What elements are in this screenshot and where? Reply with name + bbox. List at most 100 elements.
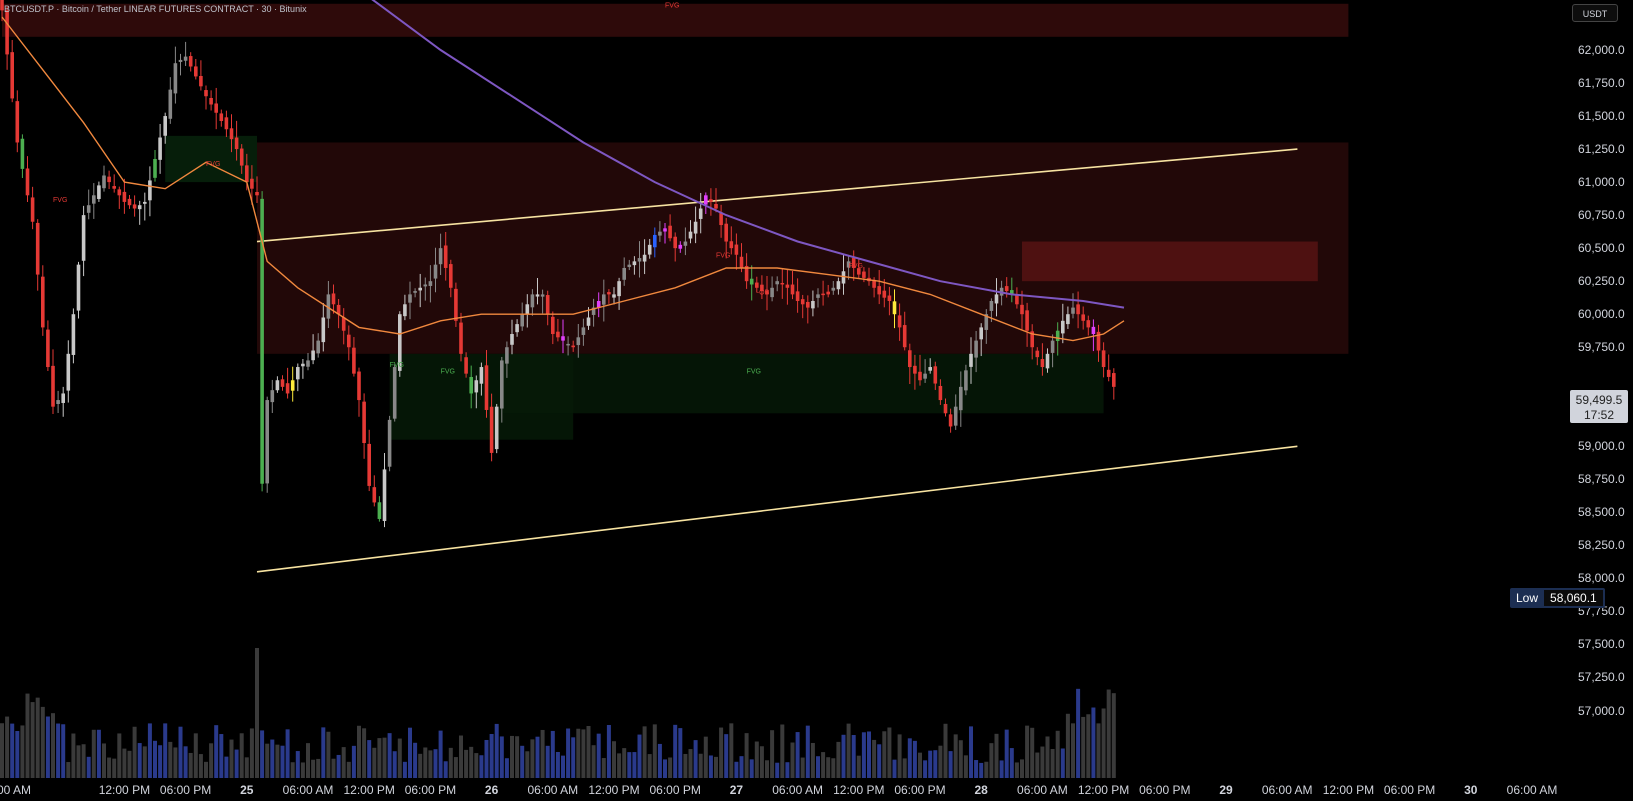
volume-bar bbox=[596, 733, 601, 778]
candle-body bbox=[561, 336, 565, 341]
volume-bar bbox=[1091, 707, 1096, 778]
volume-bar bbox=[331, 758, 336, 778]
candle-body bbox=[617, 281, 621, 297]
volume-bar bbox=[96, 729, 101, 778]
volume-bar bbox=[744, 733, 749, 778]
volume-bar bbox=[489, 733, 494, 778]
candle-body bbox=[183, 56, 188, 61]
candle-body bbox=[489, 406, 494, 453]
candle-body bbox=[132, 204, 137, 209]
volume-bar bbox=[311, 759, 316, 778]
candle-body bbox=[204, 90, 208, 97]
volume-bar bbox=[831, 758, 836, 778]
volume-bar bbox=[974, 760, 979, 778]
candle-body bbox=[642, 254, 647, 262]
chart-title[interactable]: BTCUSDT.P · Bitcoin / Tether LINEAR FUTU… bbox=[4, 4, 307, 14]
volume-bar bbox=[479, 755, 484, 778]
candle-body bbox=[902, 325, 907, 348]
candle-body bbox=[234, 137, 239, 150]
volume-bar bbox=[1030, 727, 1035, 778]
candle-body bbox=[938, 385, 943, 401]
volume-bar bbox=[147, 723, 152, 778]
volume-bar bbox=[566, 728, 571, 778]
volume-bar bbox=[459, 735, 463, 778]
candle-body bbox=[1020, 304, 1024, 315]
candle-body bbox=[892, 301, 897, 315]
y-tick-label: 58,000.0 bbox=[1578, 571, 1625, 586]
candle-body bbox=[245, 165, 249, 183]
candle-body bbox=[1106, 369, 1111, 377]
x-tick-label: 12:00 PM bbox=[1322, 783, 1375, 797]
volume-bar bbox=[846, 723, 851, 778]
volume-bar bbox=[1009, 748, 1014, 778]
volume-bar bbox=[418, 753, 423, 778]
candle-body bbox=[474, 380, 479, 393]
volume-bar bbox=[81, 744, 86, 778]
volume-bar bbox=[280, 745, 285, 778]
volume-bar bbox=[1096, 723, 1101, 778]
candle-body bbox=[423, 284, 428, 287]
volume-bar bbox=[729, 723, 734, 778]
volume-bar bbox=[918, 752, 922, 778]
low-price-label: Low 58,060.1 bbox=[1510, 588, 1605, 608]
volume-bar bbox=[295, 751, 300, 778]
volume-bar bbox=[433, 749, 438, 778]
volume-bar bbox=[423, 747, 428, 778]
volume-bar bbox=[606, 724, 611, 778]
candle-body bbox=[137, 205, 142, 210]
volume-bar bbox=[841, 734, 846, 778]
candle-body bbox=[556, 331, 560, 338]
volume-bar bbox=[336, 754, 341, 778]
y-tick-label: 59,000.0 bbox=[1578, 439, 1625, 454]
candle-body bbox=[530, 294, 535, 308]
x-tick-label: 06:00 AM bbox=[282, 783, 334, 797]
volume-bar bbox=[591, 745, 596, 778]
volume-bar bbox=[1055, 730, 1060, 778]
candle-body bbox=[1035, 350, 1040, 358]
candle-body bbox=[698, 208, 703, 219]
candle-body bbox=[673, 236, 677, 249]
candle-body bbox=[806, 301, 810, 308]
x-tick-label: 06:00 AM bbox=[527, 783, 579, 797]
volume-bar bbox=[499, 736, 504, 778]
candle-body bbox=[352, 347, 356, 374]
volume-bar bbox=[805, 725, 810, 778]
x-tick-label: 12:00 PM bbox=[588, 783, 640, 797]
candle-body bbox=[877, 286, 881, 295]
volume-bar bbox=[637, 734, 642, 778]
volume-bar bbox=[642, 726, 647, 778]
candle-body bbox=[433, 264, 438, 279]
candle-body bbox=[10, 52, 14, 99]
volume-bar bbox=[265, 743, 270, 778]
candle-body bbox=[729, 241, 734, 249]
volume-bar bbox=[20, 725, 25, 778]
candle-body bbox=[122, 191, 127, 202]
volume-bar bbox=[71, 733, 76, 778]
volume-bar bbox=[51, 713, 55, 778]
volume-bar bbox=[285, 729, 290, 778]
volume-bar bbox=[892, 759, 897, 778]
volume-bar bbox=[958, 740, 963, 778]
currency-button[interactable]: USDT bbox=[1572, 4, 1618, 22]
volume-bar bbox=[443, 761, 448, 778]
x-tick-label: 06:00 PM bbox=[1139, 783, 1191, 797]
volume-bar bbox=[923, 760, 928, 778]
y-tick-label: 57,500.0 bbox=[1578, 637, 1625, 652]
y-tick-label: 60,750.0 bbox=[1578, 208, 1625, 223]
candle-body bbox=[668, 225, 672, 239]
candle-body bbox=[571, 345, 575, 348]
volume-bar bbox=[239, 733, 244, 778]
candlestick-chart[interactable]: FVG FVG FVG FVG FVG FVG FVG FVG -OB bbox=[0, 0, 1633, 801]
candle-body bbox=[928, 367, 932, 371]
candle-body bbox=[1066, 314, 1070, 325]
candle-body bbox=[551, 316, 555, 335]
volume-bar bbox=[367, 740, 372, 778]
candle-body bbox=[520, 314, 524, 327]
candle-body bbox=[979, 327, 983, 340]
candle-body bbox=[887, 295, 892, 301]
x-tick-label: 12:00 PM bbox=[833, 783, 885, 797]
volume-bar bbox=[1004, 729, 1009, 778]
candle-body bbox=[586, 317, 591, 326]
candle-body bbox=[35, 222, 40, 275]
x-tick-label: 25 bbox=[240, 783, 254, 797]
